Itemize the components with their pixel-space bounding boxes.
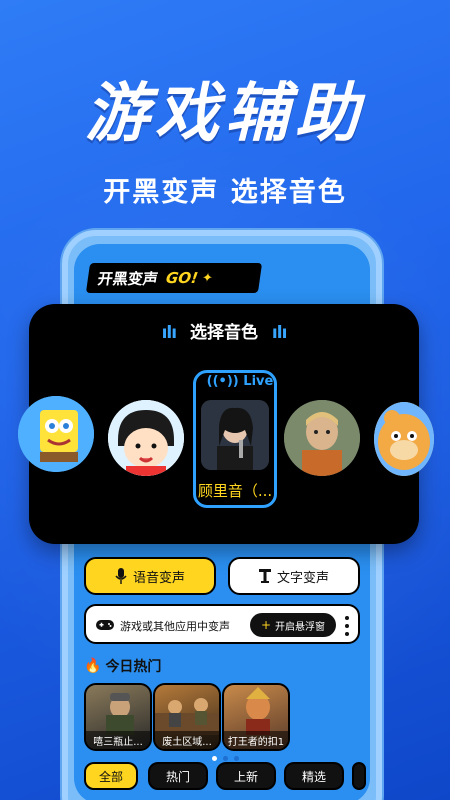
hot-card-title: 嘻三瓶止... — [86, 731, 150, 749]
filter-chip-featured[interactable]: 精选 — [284, 762, 344, 790]
today-hot-title: 今日热门 — [105, 659, 162, 675]
hero-thumbnail-icon — [246, 687, 270, 735]
in-game-voice-label: 游戏或其他应用中变声 — [120, 620, 230, 633]
carousel-dots — [212, 756, 239, 761]
text-change-button[interactable]: 文字变声 — [228, 557, 360, 595]
avatar-cartoon-girl[interactable] — [108, 400, 184, 476]
hot-card[interactable]: 打王者的扣1 — [222, 683, 290, 751]
open-float-window-label: 开启悬浮窗 — [275, 621, 326, 633]
brand-banner: 开黑变声 GO! ✦ — [85, 263, 263, 293]
hot-card-title: 废土区域... — [155, 731, 219, 749]
flame-icon: 🔥 — [84, 658, 102, 674]
filter-chip-all[interactable]: 全部 — [84, 762, 138, 790]
text-change-label: 文字变声 — [276, 570, 329, 586]
filter-chip-hot[interactable]: 热门 — [148, 762, 208, 790]
avatar-bear[interactable] — [374, 402, 434, 476]
hero-title: 游戏辅助 — [85, 77, 365, 151]
text-icon — [258, 569, 271, 583]
bear-icon — [374, 402, 434, 476]
in-game-voice-row[interactable]: 游戏或其他应用中变声 + 开启悬浮窗 — [84, 604, 360, 644]
live-tag-row: ((•)) Live — [0, 374, 450, 389]
avatar-monk[interactable] — [284, 400, 360, 476]
battle-thumbnail-icon — [155, 698, 219, 735]
soundbar-icon: ılı — [161, 323, 178, 343]
hot-card[interactable]: 废土区域... — [153, 683, 221, 751]
hot-card[interactable]: 嘻三瓶止... — [84, 683, 152, 751]
soundbar-icon: ılı — [271, 323, 288, 343]
selected-voice-name: 顾里音（... — [197, 482, 273, 500]
brand-banner-go: GO! — [164, 269, 200, 287]
monk-icon — [284, 400, 360, 476]
voice-change-label: 语音变声 — [132, 570, 185, 586]
panel-title-row: ılı 选择音色 ılı — [29, 318, 419, 343]
plus-icon: + — [260, 618, 272, 632]
voice-change-button[interactable]: 语音变声 — [84, 557, 216, 595]
filter-chip-new[interactable]: 上新 — [216, 762, 276, 790]
cartoon-girl-icon — [108, 400, 184, 476]
brand-banner-text: 开黑变声 — [96, 269, 160, 288]
spark-icon: ✦ — [200, 270, 214, 286]
filter-chip-more[interactable] — [352, 762, 366, 790]
today-hot-heading: 🔥 今日热门 — [84, 656, 161, 676]
more-options-icon[interactable] — [342, 616, 352, 636]
hero-subtitle: 开黑变声 选择音色 — [103, 177, 347, 208]
avatar-sponge[interactable] — [18, 396, 94, 472]
microphone-icon — [115, 568, 127, 584]
soldier-thumbnail-icon — [106, 693, 134, 735]
gamepad-icon — [96, 617, 114, 636]
hot-card-title: 打王者的扣1 — [224, 731, 288, 749]
live-tag: Live — [243, 374, 274, 389]
sponge-icon — [18, 396, 94, 472]
panel-title: 选择音色 — [190, 323, 258, 343]
open-float-window-button[interactable]: + 开启悬浮窗 — [250, 613, 336, 637]
broadcast-icon: ((•)) — [206, 374, 239, 389]
